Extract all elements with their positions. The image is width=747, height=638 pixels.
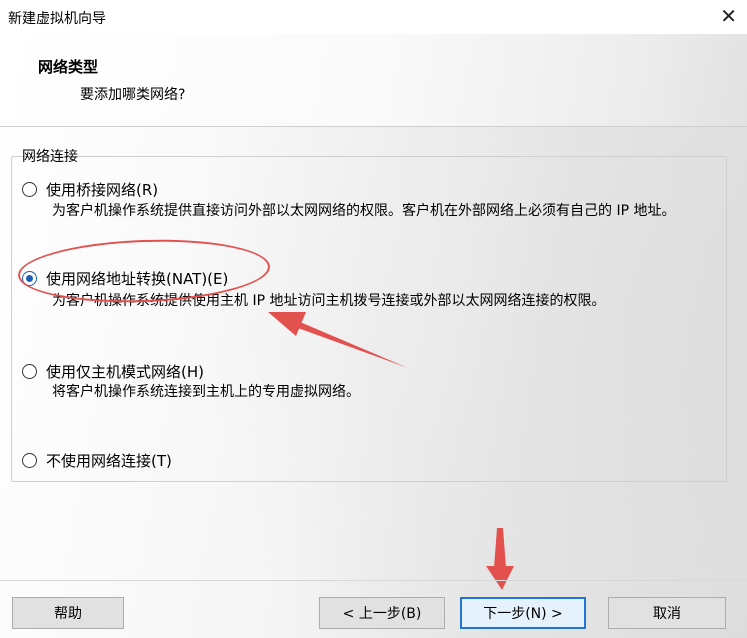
- nat-radio[interactable]: [22, 271, 37, 286]
- back-button[interactable]: < 上一步(B): [319, 597, 445, 629]
- bridged-description: 为客户机操作系统提供直接访问外部以太网网络的权限。客户机在外部网络上必须有自己的…: [52, 203, 676, 219]
- title-bar: 新建虚拟机向导 ✕: [0, 0, 747, 34]
- no-network-radio[interactable]: [22, 453, 37, 468]
- close-icon[interactable]: ✕: [720, 4, 737, 28]
- wizard-header: 网络类型 要添加哪类网络?: [0, 34, 747, 127]
- help-button[interactable]: 帮助: [12, 597, 124, 629]
- host-only-radio[interactable]: [22, 364, 37, 379]
- bridged-radio[interactable]: [22, 182, 37, 197]
- host-only-label[interactable]: 使用仅主机模式网络(H): [46, 361, 204, 382]
- page-title: 网络类型: [38, 58, 99, 76]
- footer-separator: [0, 580, 747, 581]
- bridged-label[interactable]: 使用桥接网络(R): [46, 179, 158, 200]
- nat-label[interactable]: 使用网络地址转换(NAT)(E): [46, 268, 228, 289]
- window-title: 新建虚拟机向导: [8, 11, 106, 27]
- group-legend: 网络连接: [22, 149, 78, 165]
- next-button[interactable]: 下一步(N) >: [460, 597, 586, 629]
- host-only-description: 将客户机操作系统连接到主机上的专用虚拟网络。: [52, 384, 360, 400]
- cancel-button[interactable]: 取消: [608, 597, 726, 629]
- page-subtitle: 要添加哪类网络?: [80, 87, 186, 103]
- no-network-label[interactable]: 不使用网络连接(T): [46, 450, 172, 471]
- nat-description: 为客户机操作系统提供使用主机 IP 地址访问主机拨号连接或外部以太网网络连接的权…: [52, 293, 606, 309]
